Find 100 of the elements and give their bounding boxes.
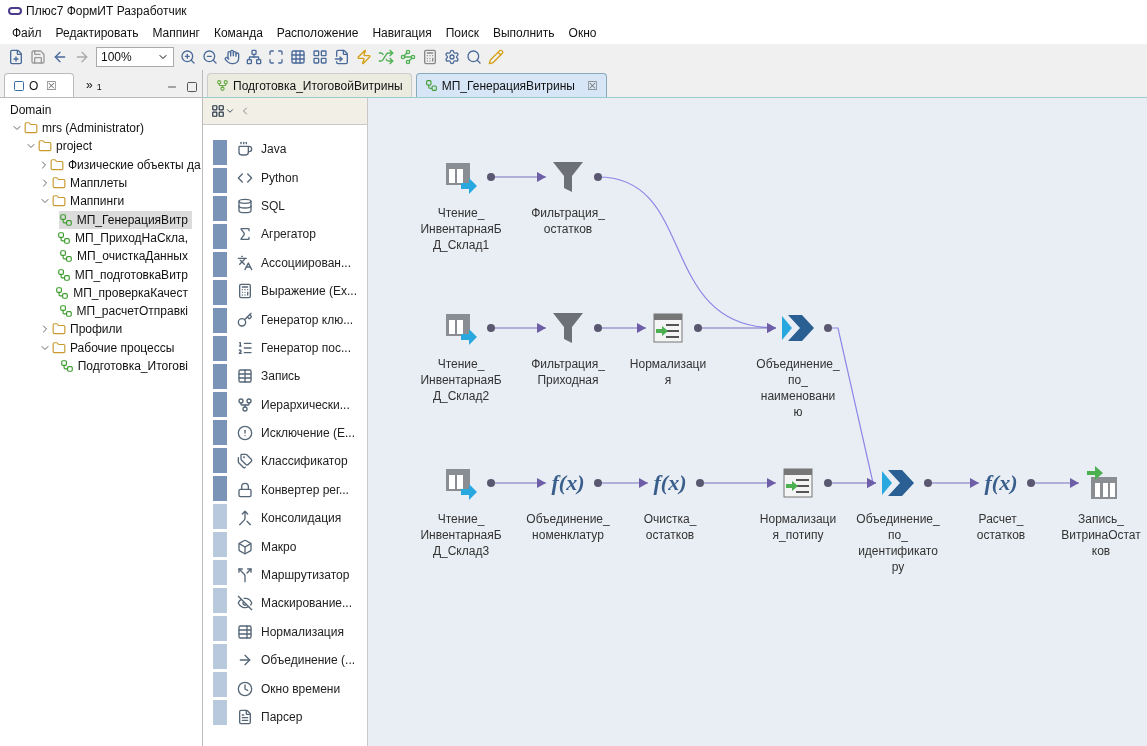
- menu-item[interactable]: Маппинг: [152, 24, 200, 42]
- menu-item[interactable]: Окно: [568, 24, 597, 42]
- table-icon: [237, 623, 253, 640]
- tree-item[interactable]: Физические объекты да: [50, 155, 205, 174]
- new-file-icon[interactable]: [8, 49, 24, 65]
- view-tab[interactable]: O ☒: [4, 73, 74, 97]
- maximize-icon[interactable]: [186, 81, 198, 93]
- menu-item[interactable]: Расположение: [276, 24, 359, 42]
- tree-root: Domain: [10, 102, 53, 119]
- normalizer-table-icon: [653, 313, 683, 343]
- node-label: остатков: [644, 527, 696, 543]
- palette-item[interactable]: Java: [237, 135, 358, 164]
- palette-item[interactable]: Маршрутизатор: [237, 560, 358, 590]
- forward-icon[interactable]: [74, 49, 90, 65]
- mapping-icon: [55, 285, 70, 300]
- tree-item[interactable]: project: [38, 137, 97, 156]
- palette-item[interactable]: Запись: [237, 362, 358, 391]
- editor-tab[interactable]: МП_ГенерацияВитрины ☒: [415, 73, 607, 97]
- menu-item[interactable]: Поиск: [445, 24, 479, 42]
- tree-item[interactable]: МП_ПриходНаСкла,: [57, 228, 192, 247]
- clock-icon: [237, 680, 253, 697]
- node-label: Фильтрация_: [530, 356, 606, 372]
- palette-item[interactable]: Макро: [237, 532, 358, 561]
- tree-item[interactable]: Профили: [52, 320, 127, 339]
- palette-view-icon[interactable]: [211, 104, 235, 118]
- connection-arrow: [1027, 478, 1080, 488]
- tree-item[interactable]: Мапплеты: [52, 174, 132, 193]
- workflow-icon: [216, 79, 229, 92]
- palette-item[interactable]: Объединение (...: [237, 646, 358, 675]
- search-icon[interactable]: [466, 49, 482, 65]
- palette-item[interactable]: Исключение (E...: [237, 418, 358, 448]
- menu-item[interactable]: Навигация: [372, 24, 432, 42]
- palette-item[interactable]: Окно времени: [237, 674, 358, 703]
- menu-item[interactable]: Команда: [213, 24, 263, 42]
- grid-icon[interactable]: [290, 49, 306, 65]
- tree-item[interactable]: Рабочие процессы: [52, 338, 179, 357]
- palette-item[interactable]: Конвертер рег...: [237, 475, 358, 505]
- eye-off-icon: [237, 595, 253, 612]
- palette-item[interactable]: Выражение (Ex...: [237, 276, 358, 306]
- palette-item[interactable]: Python: [237, 163, 358, 192]
- node-label: Объединение_: [755, 356, 841, 372]
- connection-arrow: [924, 478, 980, 488]
- node-label: Нормализаци: [628, 356, 708, 372]
- zoom-out-icon[interactable]: [202, 49, 218, 65]
- palette-item[interactable]: SQL: [237, 191, 358, 221]
- tree-item[interactable]: Подготовка_Итогові: [59, 357, 192, 375]
- calculator-icon[interactable]: [422, 49, 438, 65]
- tree-item[interactable]: МП_ГенерацияВитр: [58, 210, 192, 229]
- node-label: ИнвентарнаяБ: [419, 221, 503, 237]
- palette-item[interactable]: Генератор клю...: [237, 305, 358, 334]
- tags-icon: [237, 453, 253, 470]
- node-label: ВитринаОстат: [1060, 527, 1142, 543]
- palette-item[interactable]: Парсер: [237, 702, 358, 732]
- editor-tab[interactable]: Подготовка_ИтоговойВитрины: [207, 73, 412, 97]
- tree-item[interactable]: МП_подготовкаВитр: [56, 265, 192, 284]
- palette-item[interactable]: Классификатор: [237, 447, 358, 476]
- node-label: я_потипу: [771, 527, 825, 543]
- node-label: Чтение_: [436, 205, 486, 221]
- hand-icon[interactable]: [224, 49, 240, 65]
- palette-item[interactable]: Маскирование...: [237, 589, 358, 618]
- palette-item[interactable]: Иерархически...: [237, 390, 358, 419]
- function-icon: f(x): [984, 470, 1018, 495]
- merge-arrow-icon: [882, 470, 914, 496]
- palette-item[interactable]: Генератор пос...: [237, 333, 358, 363]
- layout-icon[interactable]: [312, 49, 328, 65]
- palette-item[interactable]: Консолидация: [237, 504, 358, 533]
- waypoints-icon[interactable]: [400, 49, 416, 65]
- view-tab[interactable]: » $_{1}$: [78, 73, 128, 97]
- node-label: остатков: [975, 527, 1027, 543]
- tree-item[interactable]: МП_очисткаДанных: [58, 247, 192, 266]
- back-icon[interactable]: [52, 49, 68, 65]
- folder-icon: [52, 322, 66, 337]
- palette-item[interactable]: Агрегатор: [237, 220, 358, 249]
- maximize-icon[interactable]: [268, 49, 284, 65]
- node-label: Очистка_: [642, 511, 698, 527]
- pencil-icon[interactable]: [488, 49, 504, 65]
- tree-item[interactable]: МП_расчетОтправкі: [58, 302, 192, 321]
- palette-item[interactable]: Нормализация: [237, 617, 358, 647]
- tree-item[interactable]: mrs (Administrator): [24, 119, 148, 138]
- settings-icon[interactable]: [444, 49, 460, 65]
- zoom-in-icon[interactable]: [180, 49, 196, 65]
- sigma-icon: [237, 226, 253, 243]
- node-label: Запись_: [1076, 511, 1126, 527]
- node-label: Приходная: [536, 372, 600, 388]
- mapping-icon: [424, 79, 438, 92]
- palette-item[interactable]: Ассоциирован...: [237, 248, 358, 277]
- tree-item[interactable]: Маппинги: [52, 192, 129, 211]
- save-icon[interactable]: [30, 49, 46, 65]
- menu-item[interactable]: Выполнить: [492, 24, 555, 42]
- mapping-icon: [58, 249, 73, 264]
- lightning-icon[interactable]: [356, 49, 372, 65]
- menu-item[interactable]: Редактировать: [55, 24, 139, 42]
- network-icon[interactable]: [246, 49, 262, 65]
- shuffle-icon[interactable]: [378, 49, 394, 65]
- tree-item[interactable]: МП_проверкаКачест: [55, 283, 192, 302]
- node-label: Д_Склад2: [431, 388, 491, 404]
- menu-item[interactable]: Файл: [12, 24, 42, 42]
- zoom-combo[interactable]: 100%: [96, 47, 174, 67]
- node-label: Д_Склад1: [431, 237, 491, 253]
- import-icon[interactable]: [334, 49, 350, 65]
